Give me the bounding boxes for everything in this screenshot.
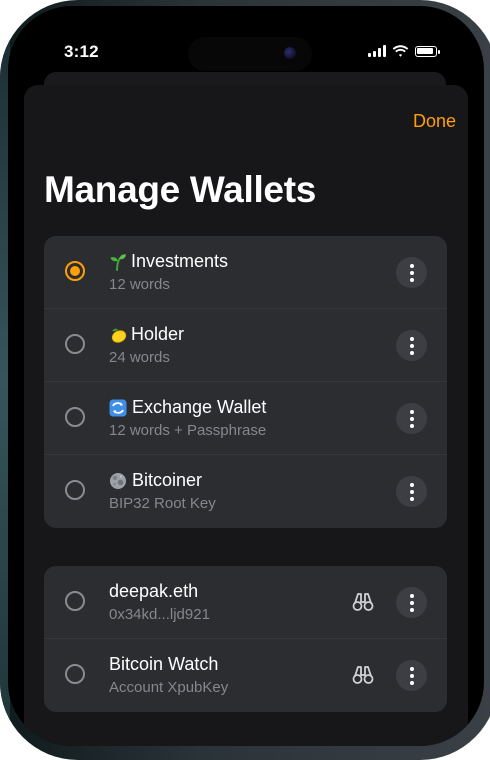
binoculars-icon [352,666,374,684]
wallet-name: Holder [131,324,185,344]
wallet-subtitle: 24 words [109,349,170,366]
more-options-button[interactable] [396,660,427,691]
wallet-subtitle: 12 words + Passphrase [109,422,267,439]
radio-unselected[interactable] [65,480,85,500]
wallet-row[interactable]: Holder 24 words [44,309,447,382]
wallet-name: Bitcoin Watch [109,654,219,674]
wifi-icon [392,44,409,57]
radio-unselected[interactable] [65,334,85,354]
wallets-list: Investments 12 words Holder 24 words Exc… [44,236,447,528]
wallet-name: Exchange Wallet [132,397,267,417]
manage-wallets-sheet: Done Manage Wallets Investments 12 words… [24,85,468,746]
wallet-title: Bitcoiner [109,469,216,492]
wallet-text: Bitcoiner BIP32 Root Key [109,469,216,512]
cellular-signal-icon [368,45,386,57]
radio-unselected[interactable] [65,591,85,611]
phone-frame: 3:12 Done Manage Wallets Investments 12 … [0,0,490,760]
wallet-row[interactable]: Bitcoiner BIP32 Root Key [44,455,447,528]
exchange-emoji-icon [109,399,127,416]
page-title: Manage Wallets [44,169,316,210]
wallet-text: Investments 12 words [109,250,228,293]
status-time: 3:12 [64,42,99,61]
wallet-text: Bitcoin Watch Account XpubKey [109,653,228,696]
done-button[interactable]: Done [413,111,456,132]
wallet-title: deepak.eth [109,580,210,603]
wallet-name: Investments [131,251,229,271]
watch-wallet-row[interactable]: Bitcoin Watch Account XpubKey [44,639,447,712]
more-options-button[interactable] [396,330,427,361]
radio-selected[interactable] [65,261,85,281]
watch-wallet-row[interactable]: deepak.eth 0x34kd...ljd921 [44,566,447,639]
wallet-row[interactable]: Exchange Wallet 12 words + Passphrase [44,382,447,455]
wallet-text: Exchange Wallet 12 words + Passphrase [109,396,266,439]
wallet-row[interactable]: Investments 12 words [44,236,447,309]
battery-icon [415,45,440,57]
wallet-name: Bitcoiner [132,470,203,490]
wallet-text: Holder 24 words [109,323,184,366]
more-options-button[interactable] [396,587,427,618]
wallet-subtitle: BIP32 Root Key [109,495,216,512]
wallet-title: Holder [109,323,184,346]
binoculars-icon [352,593,374,611]
front-camera [284,47,296,59]
wallet-title: Bitcoin Watch [109,653,228,676]
phone-screen: 3:12 Done Manage Wallets Investments 12 … [8,6,484,746]
moon-emoji-icon [110,472,126,489]
radio-unselected[interactable] [65,664,85,684]
wallet-title: Investments [109,250,228,273]
wallet-text: deepak.eth 0x34kd...ljd921 [109,580,210,623]
more-options-button[interactable] [396,476,427,507]
wallet-name: deepak.eth [109,581,199,601]
watch-wallets-list: deepak.eth 0x34kd...ljd921 Bitcoin Watch… [44,566,447,712]
more-options-button[interactable] [396,257,427,288]
wallet-subtitle: Account XpubKey [109,679,229,696]
wallet-subtitle: 0x34kd...ljd921 [109,606,210,623]
radio-unselected[interactable] [65,407,85,427]
sprout-emoji-icon [110,253,126,271]
lemon-emoji-icon [111,328,127,343]
status-icons [368,44,440,58]
more-options-button[interactable] [396,403,427,434]
wallet-subtitle: 12 words [109,276,170,293]
wallet-title: Exchange Wallet [109,396,266,419]
